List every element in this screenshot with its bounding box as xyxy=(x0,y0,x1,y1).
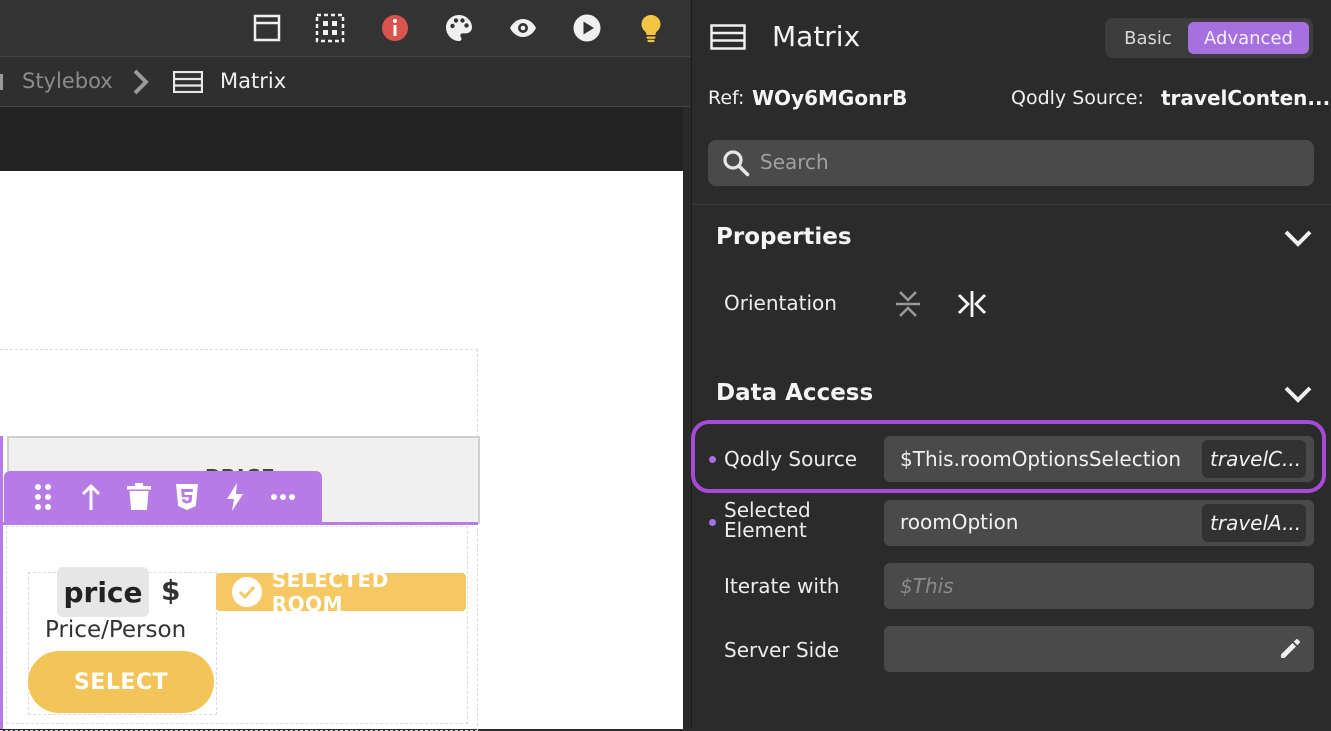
arrow-up-icon[interactable] xyxy=(76,482,106,512)
highlight-outline xyxy=(691,420,1326,493)
mode-advanced-button[interactable]: Advanced xyxy=(1188,22,1309,54)
play-icon[interactable] xyxy=(571,12,603,44)
selection-edge xyxy=(0,436,3,729)
currency-symbol: $ xyxy=(161,574,181,607)
canvas-gutter xyxy=(683,107,691,729)
breadcrumb: Stylebox Matrix xyxy=(0,57,690,107)
qodly-source-header-value: travelConten... xyxy=(1161,86,1331,110)
pencil-icon[interactable] xyxy=(1278,637,1302,665)
search-placeholder: Search xyxy=(760,150,829,174)
check-icon xyxy=(232,577,262,607)
chevron-right-icon xyxy=(131,67,151,101)
selected-room-label: SELECTED ROOM xyxy=(271,568,389,616)
search-icon xyxy=(722,149,750,181)
panel-title: Matrix xyxy=(772,20,861,53)
selected-element-label-line2: Element xyxy=(724,518,807,542)
breadcrumb-overflow-marker xyxy=(0,74,3,90)
selected-element-tag[interactable]: travelA... xyxy=(1202,504,1306,542)
layout-icon[interactable] xyxy=(251,12,283,44)
bulb-icon[interactable] xyxy=(635,12,667,44)
selection-toolbar xyxy=(4,471,322,523)
server-side-label: Server Side xyxy=(724,638,840,662)
mode-basic-button[interactable]: Basic xyxy=(1113,22,1183,54)
ref-value: WOy6MGonrB xyxy=(752,86,908,110)
orientation-horizontal-icon[interactable] xyxy=(956,289,988,323)
matrix-icon xyxy=(172,70,204,97)
top-toolbar xyxy=(0,0,690,57)
ref-label: Ref: xyxy=(708,87,745,109)
canvas-top-strip xyxy=(0,107,683,171)
info-icon[interactable] xyxy=(379,12,411,44)
matrix-icon xyxy=(710,24,746,54)
bound-indicator-dot xyxy=(709,519,716,526)
grid-select-icon[interactable] xyxy=(314,12,346,44)
trash-icon[interactable] xyxy=(124,482,154,512)
select-button[interactable]: SELECT xyxy=(28,651,214,713)
iterate-with-label: Iterate with xyxy=(724,574,840,598)
panel-divider xyxy=(692,204,1331,205)
more-icon[interactable] xyxy=(268,482,298,512)
selected-room-badge: SELECTED ROOM xyxy=(216,568,466,616)
orientation-vertical-icon[interactable] xyxy=(894,289,922,323)
css-icon[interactable] xyxy=(172,482,202,512)
chevron-down-icon[interactable] xyxy=(1282,228,1314,252)
price-caption: Price/Person xyxy=(45,617,187,643)
selected-element-value: roomOption xyxy=(900,510,1019,534)
iterate-with-placeholder: $This xyxy=(900,574,954,598)
qodly-source-header-label: Qodly Source: xyxy=(1011,87,1144,109)
orientation-label: Orientation xyxy=(724,291,837,315)
drag-handle-icon[interactable] xyxy=(28,482,58,512)
chevron-down-icon[interactable] xyxy=(1282,384,1314,408)
palette-icon[interactable] xyxy=(443,12,475,44)
server-side-field[interactable] xyxy=(884,626,1314,672)
price-chip[interactable]: price xyxy=(57,567,149,617)
properties-section-title[interactable]: Properties xyxy=(716,224,852,250)
data-access-section-title[interactable]: Data Access xyxy=(716,380,873,406)
breadcrumb-item-matrix[interactable]: Matrix xyxy=(220,69,286,93)
eye-icon[interactable] xyxy=(507,12,539,44)
breadcrumb-item-stylebox[interactable]: Stylebox xyxy=(22,69,113,93)
lightning-icon[interactable] xyxy=(220,482,250,512)
